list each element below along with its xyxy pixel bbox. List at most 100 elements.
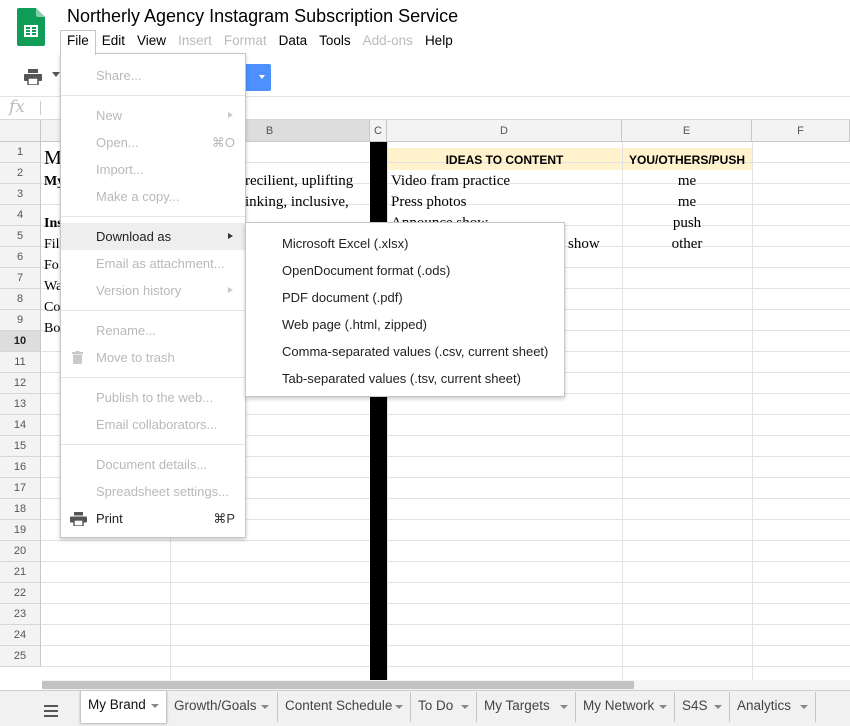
row-header[interactable]: 5 — [0, 226, 41, 247]
menu-item-print[interactable]: Print ⌘P — [61, 505, 245, 532]
menu-item-rename[interactable]: Rename... — [61, 317, 245, 344]
menu-item-publish-web[interactable]: Publish to the web... — [61, 384, 245, 411]
download-csv[interactable]: Comma-separated values (.csv, current sh… — [246, 338, 564, 365]
menu-item-move-to-trash[interactable]: Move to trash — [61, 344, 245, 371]
sheet-tab-label: S4S — [682, 698, 708, 713]
chevron-down-icon[interactable] — [800, 705, 808, 709]
download-tsv[interactable]: Tab-separated values (.tsv, current shee… — [246, 365, 564, 392]
chevron-down-icon[interactable] — [560, 705, 568, 709]
download-pdf[interactable]: PDF document (.pdf) — [246, 284, 564, 311]
cell-b2[interactable]: recilient, uplifting — [245, 173, 369, 190]
menu-item-version-history[interactable]: Version history — [61, 277, 245, 304]
cell-e2[interactable]: me — [622, 173, 752, 190]
menu-item-make-copy[interactable]: Make a copy... — [61, 183, 245, 210]
menu-format[interactable]: Format — [218, 30, 273, 54]
menu-item-download-as[interactable]: Download as — [61, 223, 245, 250]
menu-item-label: Rename... — [96, 323, 156, 338]
menu-help[interactable]: Help — [419, 30, 459, 54]
cell-d3[interactable]: Press photos — [391, 194, 466, 211]
row-header[interactable]: 7 — [0, 268, 41, 289]
chevron-down-icon[interactable] — [714, 705, 722, 709]
chevron-down-icon[interactable] — [395, 705, 403, 709]
row-header[interactable]: 15 — [0, 436, 41, 457]
sheets-logo-icon[interactable] — [17, 8, 45, 46]
sheet-tab-my-network[interactable]: My Network — [576, 692, 675, 722]
row-header[interactable]: 8 — [0, 289, 41, 310]
row-header[interactable]: 14 — [0, 415, 41, 436]
row-header[interactable]: 16 — [0, 457, 41, 478]
row-header[interactable]: 4 — [0, 205, 41, 226]
menu-item-label: Move to trash — [96, 350, 175, 365]
row-header[interactable]: 23 — [0, 604, 41, 625]
select-all-corner[interactable] — [0, 120, 41, 142]
menu-item-open[interactable]: Open... ⌘O — [61, 129, 245, 156]
menu-data[interactable]: Data — [273, 30, 314, 54]
chevron-down-icon[interactable] — [151, 704, 159, 708]
chevron-down-icon[interactable] — [659, 705, 667, 709]
chevron-down-icon — [259, 75, 265, 79]
menu-insert[interactable]: Insert — [172, 30, 218, 54]
column-header-d[interactable]: D — [387, 120, 622, 142]
menu-item-label: Version history — [96, 283, 182, 298]
menu-item-import[interactable]: Import... — [61, 156, 245, 183]
menu-item-label: New — [96, 108, 123, 123]
chevron-down-icon[interactable] — [52, 72, 60, 78]
menu-item-new[interactable]: New — [61, 102, 245, 129]
menu-item-spreadsheet-settings[interactable]: Spreadsheet settings... — [61, 478, 245, 505]
print-icon[interactable] — [24, 69, 42, 85]
menu-item-email-attachment[interactable]: Email as attachment... — [61, 250, 245, 277]
row-header[interactable]: 21 — [0, 562, 41, 583]
sheet-tab-content-schedule[interactable]: Content Schedule — [278, 692, 411, 722]
row-header[interactable]: 17 — [0, 478, 41, 499]
row-header[interactable]: 25 — [0, 646, 41, 667]
sheet-tab-my-brand[interactable]: My Brand — [80, 691, 167, 723]
cell-d1[interactable]: IDEAS TO CONTENT — [387, 153, 622, 167]
column-header-c[interactable]: C — [370, 120, 387, 142]
row-header[interactable]: 12 — [0, 373, 41, 394]
row-header[interactable]: 9 — [0, 310, 41, 331]
cell-b3[interactable]: inking, inclusive, — [245, 194, 369, 211]
cell-e1[interactable]: YOU/OTHERS/PUSH — [622, 153, 752, 167]
menu-addons[interactable]: Add-ons — [357, 30, 419, 54]
cell-e4[interactable]: push — [622, 215, 752, 232]
menu-item-label: Spreadsheet settings... — [96, 484, 229, 499]
row-header[interactable]: 3 — [0, 184, 41, 205]
download-html[interactable]: Web page (.html, zipped) — [246, 311, 564, 338]
row-header[interactable]: 22 — [0, 583, 41, 604]
row-header[interactable]: 13 — [0, 394, 41, 415]
menu-item-share[interactable]: Share... — [61, 62, 245, 89]
row-header[interactable]: 18 — [0, 499, 41, 520]
menu-tools[interactable]: Tools — [313, 30, 357, 54]
sheet-tab-s4s[interactable]: S4S — [675, 692, 730, 722]
menu-edit[interactable]: Edit — [96, 30, 131, 54]
menu-file[interactable]: File — [60, 30, 96, 55]
download-ods[interactable]: OpenDocument format (.ods) — [246, 257, 564, 284]
row-header[interactable]: 11 — [0, 352, 41, 373]
chevron-down-icon[interactable] — [261, 705, 269, 709]
horizontal-scrollbar-thumb[interactable] — [42, 681, 634, 689]
row-header[interactable]: 1 — [0, 142, 41, 163]
cell-d2[interactable]: Video fram practice — [391, 173, 510, 190]
row-header[interactable]: 2 — [0, 163, 41, 184]
chevron-down-icon[interactable] — [461, 705, 469, 709]
row-header[interactable]: 24 — [0, 625, 41, 646]
row-header[interactable]: 10 — [0, 331, 41, 352]
column-header-e[interactable]: E — [622, 120, 752, 142]
menu-item-document-details[interactable]: Document details... — [61, 451, 245, 478]
document-title[interactable]: Northerly Agency Instagram Subscription … — [67, 6, 458, 27]
cell-e5[interactable]: other — [622, 236, 752, 253]
row-header[interactable]: 19 — [0, 520, 41, 541]
all-sheets-menu-icon[interactable] — [44, 705, 58, 717]
sheet-tab-to-do[interactable]: To Do — [411, 692, 477, 722]
sheet-tab-analytics[interactable]: Analytics — [730, 692, 816, 722]
menu-item-email-collaborators[interactable]: Email collaborators... — [61, 411, 245, 438]
sheet-tab-my-targets[interactable]: My Targets — [477, 692, 576, 722]
download-xlsx[interactable]: Microsoft Excel (.xlsx) — [246, 230, 564, 257]
column-header-f[interactable]: F — [752, 120, 850, 142]
cell-e3[interactable]: me — [622, 194, 752, 211]
sheet-tab-growth-goals[interactable]: Growth/Goals — [167, 692, 278, 722]
row-header[interactable]: 6 — [0, 247, 41, 268]
row-header[interactable]: 20 — [0, 541, 41, 562]
cell-d5[interactable]: show — [568, 236, 600, 253]
menu-view[interactable]: View — [131, 30, 172, 54]
